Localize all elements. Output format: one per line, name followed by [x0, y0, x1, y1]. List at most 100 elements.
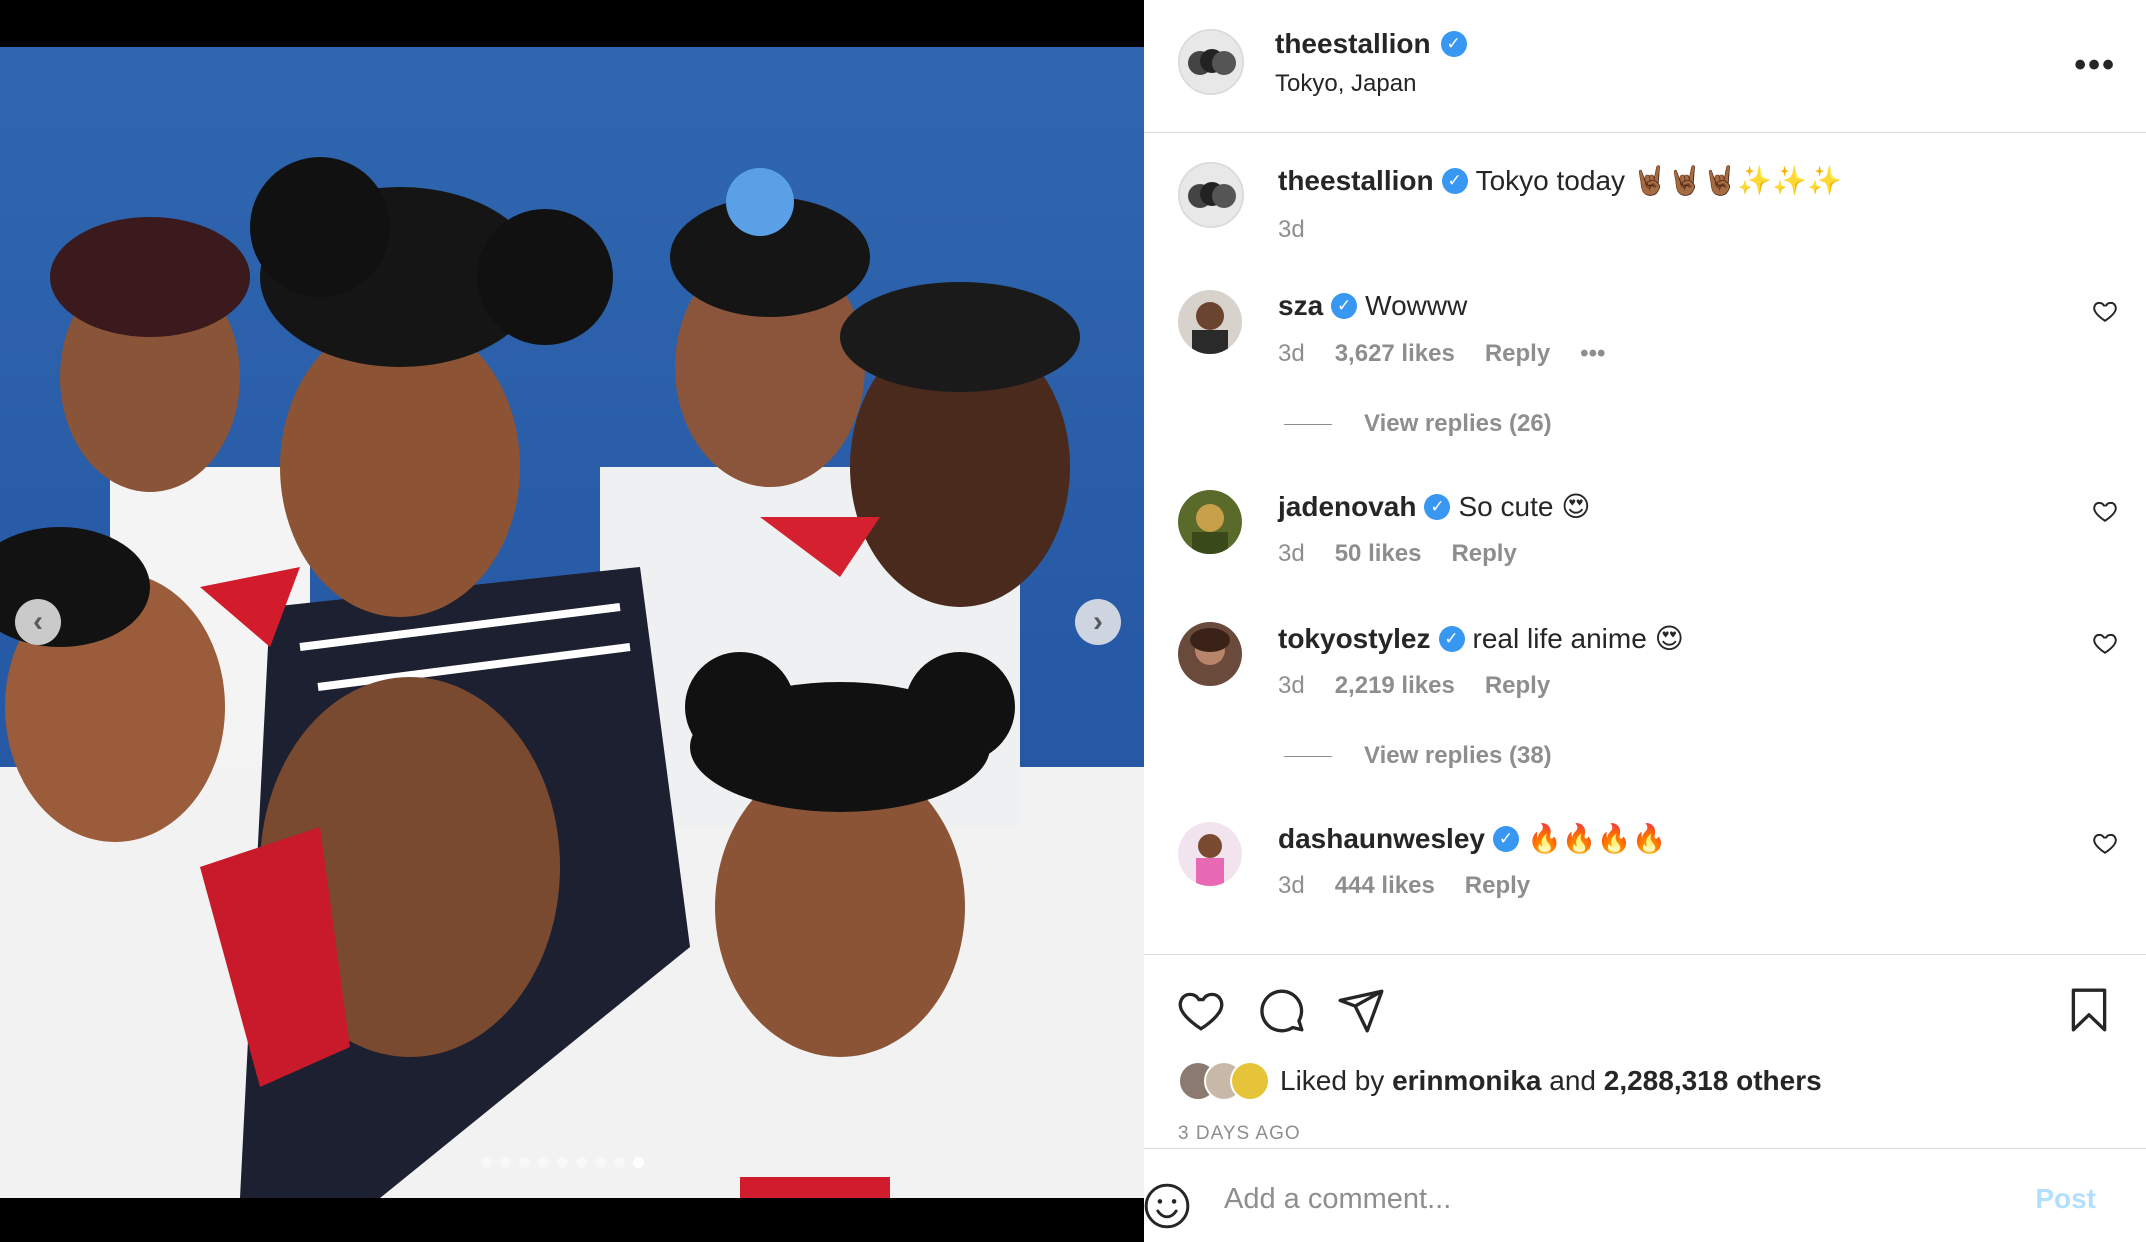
- comment-meta: 3d 3,627 likes Reply •••: [1278, 340, 1605, 368]
- comment-likes[interactable]: 3,627 likes: [1335, 340, 1455, 368]
- caption-avatar[interactable]: [1178, 162, 1244, 228]
- comment-text: real life anime 😍: [1472, 623, 1684, 654]
- comment-age[interactable]: 3d: [1278, 540, 1305, 568]
- comment-text: So cute 😍: [1458, 491, 1591, 522]
- liked-by-user[interactable]: erinmonika: [1392, 1065, 1541, 1097]
- reply-button[interactable]: Reply: [1451, 540, 1516, 568]
- view-replies-button[interactable]: View replies (38): [1284, 742, 1552, 770]
- avatar-image: [1178, 490, 1242, 554]
- comment-likes[interactable]: 50 likes: [1335, 540, 1422, 568]
- comment-text: 🔥🔥🔥🔥: [1526, 823, 1667, 854]
- add-comment-input[interactable]: [1224, 1177, 1984, 1221]
- comment-bubble-icon[interactable]: [1256, 985, 1306, 1035]
- reply-button[interactable]: Reply: [1485, 672, 1550, 700]
- comments-list[interactable]: theestallion ✓ Tokyo today 🤘🏾🤘🏾🤘🏾✨✨✨ 3d …: [1144, 134, 2146, 954]
- view-replies-label[interactable]: View replies (26): [1364, 410, 1552, 438]
- comment-age[interactable]: 3d: [1278, 340, 1305, 368]
- comment-meta: 3d 2,219 likes Reply: [1278, 672, 1550, 700]
- carousel-dot: [633, 1157, 644, 1168]
- avatar-image: [1178, 622, 1242, 686]
- liked-by: Liked by erinmonika and 2,288,318 others: [1178, 1061, 1822, 1101]
- commenter-avatar[interactable]: [1178, 622, 1242, 686]
- caption-age[interactable]: 3d: [1278, 216, 1305, 244]
- commenter-avatar[interactable]: [1178, 290, 1242, 354]
- previous-photo-button[interactable]: ‹: [15, 599, 61, 645]
- like-comment-heart-icon[interactable]: [2092, 498, 2118, 524]
- post-panel: theestallion ✓ Tokyo, Japan ••• theestal…: [1144, 0, 2146, 1242]
- replies-divider: [1284, 423, 1332, 425]
- comment-username[interactable]: tokyostylez: [1278, 623, 1431, 655]
- comment-age[interactable]: 3d: [1278, 672, 1305, 700]
- comment-text: Wowww: [1365, 290, 1468, 321]
- comment-line: jadenovah ✓ So cute 😍: [1278, 490, 1590, 523]
- verified-badge-icon: ✓: [1438, 625, 1465, 652]
- comment-username[interactable]: jadenovah: [1278, 491, 1416, 523]
- carousel-indicator: [481, 1157, 644, 1168]
- like-heart-icon[interactable]: [1176, 985, 1226, 1035]
- carousel-dot: [481, 1157, 492, 1168]
- more-options-icon[interactable]: •••: [2074, 46, 2116, 85]
- reply-button[interactable]: Reply: [1465, 872, 1530, 900]
- author-username[interactable]: theestallion ✓: [1275, 28, 1467, 60]
- post-date[interactable]: 3 DAYS AGO: [1178, 1123, 1301, 1145]
- verified-badge-icon: ✓: [1492, 825, 1519, 852]
- comment-age[interactable]: 3d: [1278, 872, 1305, 900]
- commenter-avatar[interactable]: [1178, 490, 1242, 554]
- chevron-right-icon: ›: [1093, 605, 1103, 638]
- next-photo-button[interactable]: ›: [1075, 599, 1121, 645]
- view-replies-label[interactable]: View replies (38): [1364, 742, 1552, 770]
- photo-illustration: [0, 47, 1144, 1198]
- comment-line: dashaunwesley ✓ 🔥🔥🔥🔥: [1278, 822, 1666, 855]
- comment-options-icon[interactable]: •••: [1580, 340, 1605, 368]
- verified-badge-icon: ✓: [1440, 31, 1467, 57]
- chevron-left-icon: ‹: [33, 605, 43, 638]
- post-header: theestallion ✓ Tokyo, Japan •••: [1144, 0, 2146, 133]
- carousel-dot: [614, 1157, 625, 1168]
- caption-username[interactable]: theestallion: [1278, 165, 1434, 197]
- liked-by-and: and: [1549, 1065, 1596, 1096]
- comment-line: tokyostylez ✓ real life anime 😍: [1278, 622, 1684, 655]
- commenter-avatar[interactable]: [1178, 822, 1242, 886]
- post-location[interactable]: Tokyo, Japan: [1275, 70, 1416, 98]
- carousel-dot: [576, 1157, 587, 1168]
- comment-likes[interactable]: 444 likes: [1335, 872, 1435, 900]
- caption-line: theestallion ✓ Tokyo today 🤘🏾🤘🏾🤘🏾✨✨✨: [1278, 164, 1842, 197]
- view-replies-button[interactable]: View replies (26): [1284, 410, 1552, 438]
- comment-username[interactable]: sza: [1278, 290, 1323, 322]
- liked-by-avatars[interactable]: [1178, 1061, 1270, 1101]
- carousel-dot: [557, 1157, 568, 1168]
- likes-count[interactable]: 2,288,318 others: [1604, 1065, 1822, 1097]
- avatar-image: [1180, 164, 1242, 226]
- reply-button[interactable]: Reply: [1485, 340, 1550, 368]
- comment-meta: 3d 444 likes Reply: [1278, 872, 1530, 900]
- verified-badge-icon: ✓: [1441, 167, 1468, 194]
- liked-by-prefix: Liked by: [1280, 1065, 1385, 1096]
- caption-meta: 3d: [1278, 216, 1305, 244]
- save-bookmark-icon[interactable]: [2064, 985, 2114, 1035]
- post-actions: Liked by erinmonika and 2,288,318 others…: [1144, 954, 2146, 1148]
- share-paper-plane-icon[interactable]: [1336, 985, 1386, 1035]
- carousel-dot: [519, 1157, 530, 1168]
- add-comment-bar: Post: [1144, 1148, 2146, 1242]
- avatar-image: [1178, 822, 1242, 886]
- verified-badge-icon: ✓: [1331, 293, 1358, 319]
- carousel-dot: [500, 1157, 511, 1168]
- author-avatar[interactable]: [1178, 29, 1244, 95]
- comment-line: sza ✓ Wowww: [1278, 290, 1467, 322]
- post-photo[interactable]: [0, 47, 1144, 1198]
- replies-divider: [1284, 755, 1332, 757]
- like-comment-heart-icon[interactable]: [2092, 630, 2118, 656]
- comment-meta: 3d 50 likes Reply: [1278, 540, 1517, 568]
- post-comment-button[interactable]: Post: [2035, 1183, 2096, 1215]
- post-media: ‹ ›: [0, 0, 1144, 1242]
- comment-username[interactable]: dashaunwesley: [1278, 823, 1485, 855]
- caption-text: Tokyo today 🤘🏾🤘🏾🤘🏾✨✨✨: [1475, 165, 1842, 196]
- like-comment-heart-icon[interactable]: [2092, 298, 2118, 324]
- comment-likes[interactable]: 2,219 likes: [1335, 672, 1455, 700]
- avatar-image: [1180, 31, 1242, 93]
- like-comment-heart-icon[interactable]: [2092, 830, 2118, 856]
- emoji-picker-icon[interactable]: [1142, 1181, 1192, 1231]
- author-username-text[interactable]: theestallion: [1275, 28, 1431, 60]
- carousel-dot: [595, 1157, 606, 1168]
- avatar-image: [1178, 290, 1242, 354]
